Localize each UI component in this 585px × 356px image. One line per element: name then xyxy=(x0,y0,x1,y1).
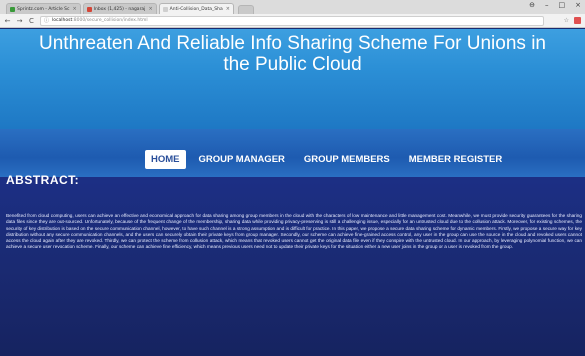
nav-group-manager-link[interactable]: GROUP MANAGER xyxy=(199,154,285,165)
browser-tab-inbox[interactable]: Inbox (1,425) - nagaraj × xyxy=(82,3,157,14)
window-controls: ⊖ – □ × xyxy=(529,1,581,9)
sprintz-favicon-icon xyxy=(10,6,15,12)
page-favicon-icon xyxy=(162,6,168,12)
page-title: Unthreaten And Reliable Info Sharing Sch… xyxy=(0,33,585,75)
browser-tab-sprintz[interactable]: Sprintz.com - Article Sc × xyxy=(6,3,81,14)
minimize-icon[interactable]: – xyxy=(545,1,549,9)
page-title-line-2: the Public Cloud xyxy=(223,54,362,75)
url-path: :8000/secure_collision/index.html xyxy=(72,18,148,23)
maximize-icon[interactable]: □ xyxy=(559,1,566,9)
gmail-favicon-icon xyxy=(86,6,92,12)
url-field[interactable]: ⓘ localhost :8000/secure_collision/index… xyxy=(40,15,544,26)
back-icon[interactable]: ← xyxy=(4,17,11,25)
site-info-icon[interactable]: ⓘ xyxy=(44,17,49,24)
abstract-text: Benefited from cloud computing, users ca… xyxy=(6,213,582,250)
new-tab-button[interactable] xyxy=(237,5,254,14)
bookmark-star-icon[interactable]: ☆ xyxy=(564,17,569,24)
browser-tab-label: Anti-Collision_Data_Sha xyxy=(169,6,223,12)
reload-icon[interactable]: C xyxy=(28,17,35,25)
close-icon[interactable]: × xyxy=(226,6,230,12)
abstract-heading: ABSTRACT: xyxy=(6,173,80,187)
nav-group-members-link[interactable]: GROUP MEMBERS xyxy=(304,154,390,165)
page-title-line-1: Unthreaten And Reliable Info Sharing Sch… xyxy=(39,33,546,54)
close-icon[interactable]: × xyxy=(73,6,77,12)
browser-tab-bar: Sprintz.com - Article Sc × Inbox (1,425)… xyxy=(0,0,585,14)
browser-tab-label: Sprintz.com - Article Sc xyxy=(17,6,70,12)
profile-icon[interactable]: ⊖ xyxy=(529,1,535,9)
nav-member-register-link[interactable]: MEMBER REGISTER xyxy=(409,154,502,165)
browser-tab-active[interactable]: Anti-Collision_Data_Sha × xyxy=(158,3,234,14)
address-toolbar: ← → C ⓘ localhost :8000/secure_collision… xyxy=(0,14,585,28)
forward-icon[interactable]: → xyxy=(16,17,23,25)
nav-home-link[interactable]: HOME xyxy=(145,150,186,169)
main-nav: HOME GROUP MANAGER GROUP MEMBERS MEMBER … xyxy=(145,150,521,169)
main-content xyxy=(0,177,585,356)
extension-icon[interactable] xyxy=(574,17,581,24)
toolbar-right-icons: ☆ xyxy=(564,17,581,24)
window-close-icon[interactable]: × xyxy=(575,1,581,9)
browser-tab-label: Inbox (1,425) - nagaraj xyxy=(93,6,146,12)
url-host: localhost xyxy=(52,18,73,23)
close-icon[interactable]: × xyxy=(148,6,152,12)
